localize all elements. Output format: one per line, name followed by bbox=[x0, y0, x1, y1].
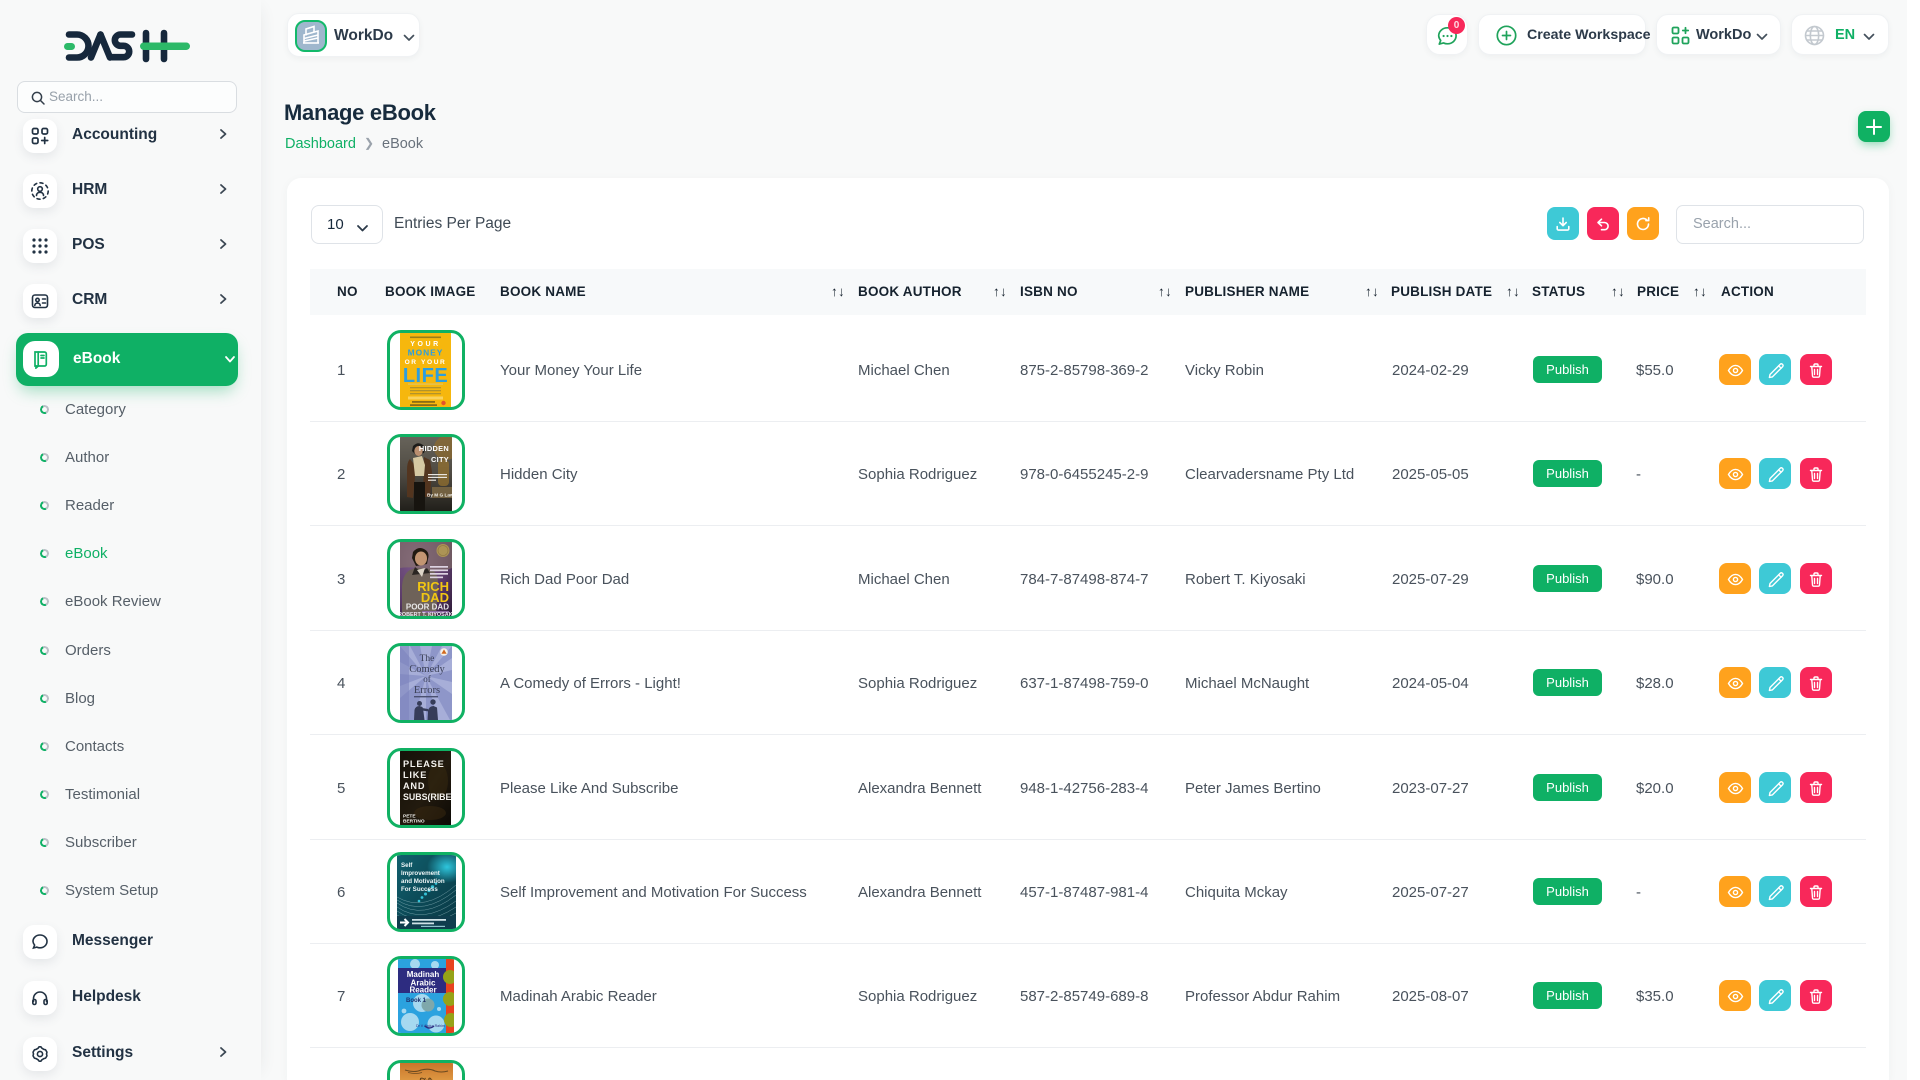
svg-text:and Motivation: and Motivation bbox=[401, 878, 445, 885]
svg-text:AND: AND bbox=[403, 781, 425, 791]
svg-text:Errors: Errors bbox=[414, 685, 440, 696]
svg-text:Book 1: Book 1 bbox=[406, 998, 427, 1004]
svg-text:By M G Lawson: By M G Lawson bbox=[427, 493, 452, 498]
svg-text:LIKE: LIKE bbox=[403, 770, 427, 780]
svg-text:CITY: CITY bbox=[431, 455, 449, 464]
svg-text:Reader: Reader bbox=[409, 986, 436, 995]
svg-text:The: The bbox=[420, 654, 435, 664]
svg-text:Dr V Abdur Rahim: Dr V Abdur Rahim bbox=[416, 1024, 445, 1028]
svg-text:POOR DAD: POOR DAD bbox=[406, 603, 449, 612]
svg-text:of: of bbox=[423, 674, 431, 684]
svg-text:ROBERT T. KIYOSAKI: ROBERT T. KIYOSAKI bbox=[400, 612, 452, 616]
svg-text:Self: Self bbox=[401, 862, 413, 869]
svg-text:Improvement: Improvement bbox=[401, 870, 440, 877]
svg-text:For Success: For Success bbox=[401, 886, 438, 893]
svg-text:PLEASE: PLEASE bbox=[403, 759, 445, 769]
svg-text:HIDDEN: HIDDEN bbox=[419, 444, 449, 453]
svg-text:BERTINO: BERTINO bbox=[403, 819, 425, 825]
svg-text:SUBS(RIBE: SUBS(RIBE bbox=[403, 792, 451, 802]
svg-text:MONEY: MONEY bbox=[408, 348, 444, 358]
